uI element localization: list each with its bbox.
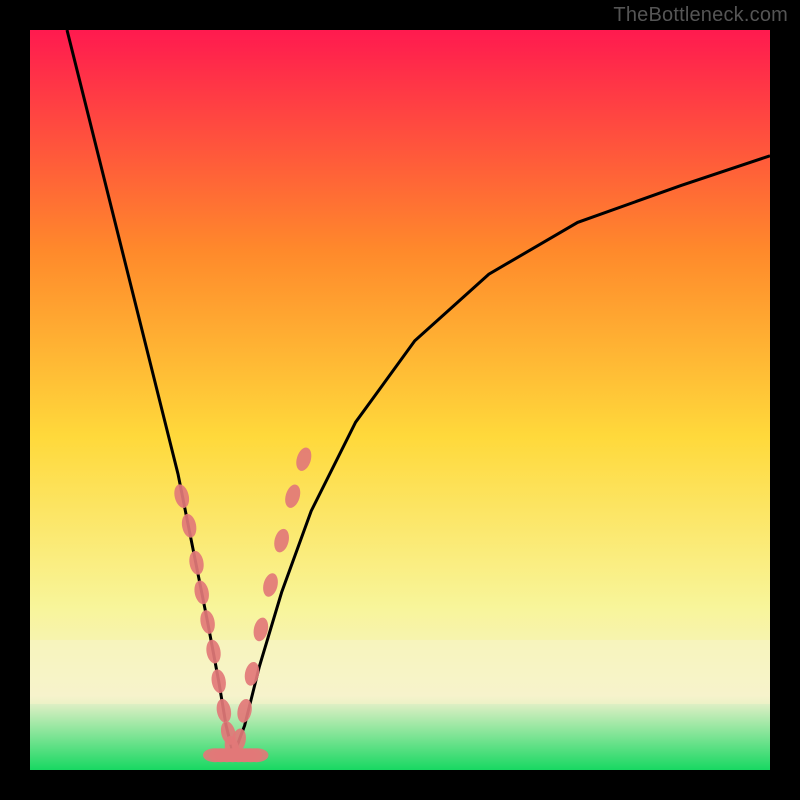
chart-frame: TheBottleneck.com [0,0,800,800]
bottleneck-chart [0,0,800,800]
marker-cluster-bottom [203,748,268,762]
highlight-band [30,640,770,704]
watermark-text: TheBottleneck.com [613,4,788,27]
data-marker [244,748,268,762]
